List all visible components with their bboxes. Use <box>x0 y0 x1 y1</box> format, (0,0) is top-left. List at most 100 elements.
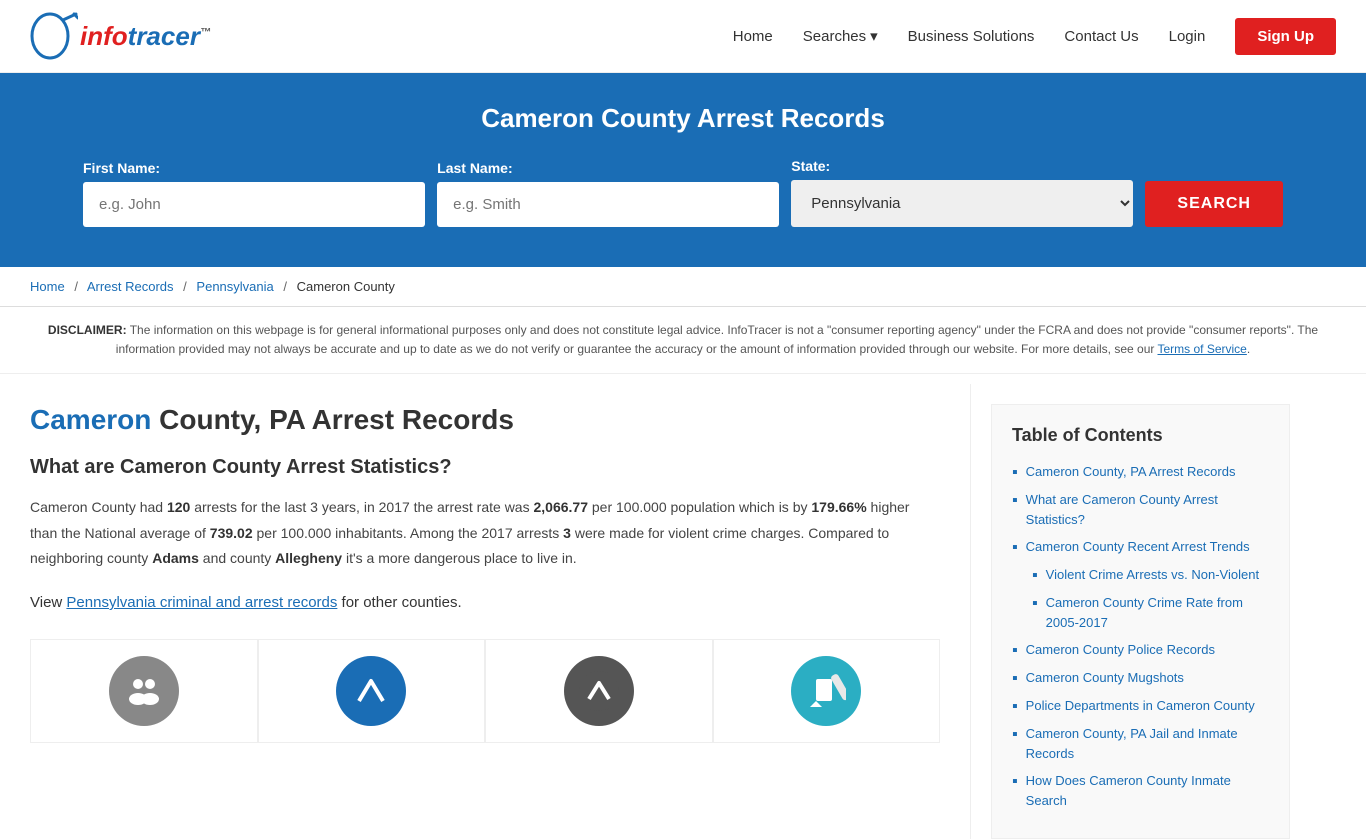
toc-bullet-icon: ▪ <box>1012 670 1018 688</box>
toc-bullet-icon: ▪ <box>1012 642 1018 660</box>
disclaimer-tos-link[interactable]: Terms of Service <box>1158 342 1247 356</box>
content-right: Table of Contents ▪ Cameron County, PA Ar… <box>970 384 1290 839</box>
nav-searches-label: Searches <box>803 28 866 45</box>
toc-item: ▪ Cameron County Police Records <box>1012 640 1269 660</box>
state-select[interactable]: Pennsylvania Alabama Alaska Arizona Cali… <box>791 180 1133 227</box>
pa-records-link[interactable]: Pennsylvania criminal and arrest records <box>66 594 337 611</box>
nav-home[interactable]: Home <box>733 28 773 45</box>
toc-link[interactable]: How Does Cameron County Inmate Search <box>1026 771 1269 810</box>
article-title: Cameron County, PA Arrest Records <box>30 404 940 436</box>
toc-link[interactable]: Violent Crime Arrests vs. Non-Violent <box>1046 565 1259 585</box>
breadcrumb-arrest[interactable]: Arrest Records <box>87 279 174 294</box>
logo-icon <box>30 10 78 62</box>
toc-link[interactable]: Cameron County Recent Arrest Trends <box>1026 537 1250 557</box>
nav-contact[interactable]: Contact Us <box>1064 28 1138 45</box>
chevron-down-icon: ▾ <box>870 27 878 45</box>
breadcrumb-sep-3: / <box>283 279 287 294</box>
breadcrumb-sep-1: / <box>74 279 78 294</box>
first-name-group: First Name: <box>83 160 425 227</box>
view-records-text: View Pennsylvania criminal and arrest re… <box>30 591 940 615</box>
state-group: State: Pennsylvania Alabama Alaska Arizo… <box>791 158 1133 227</box>
toc-link[interactable]: Cameron County Mugshots <box>1026 668 1184 688</box>
higher-pct: 179.66% <box>811 499 866 515</box>
toc-link[interactable]: Police Departments in Cameron County <box>1026 696 1255 716</box>
breadcrumb-sep-2: / <box>183 279 187 294</box>
section-heading-stats: What are Cameron County Arrest Statistic… <box>30 456 940 479</box>
breadcrumb-home[interactable]: Home <box>30 279 65 294</box>
toc-item: ▪ Cameron County Mugshots <box>1012 668 1269 688</box>
state-label: State: <box>791 158 830 174</box>
toc-item: ▪ How Does Cameron County Inmate Search <box>1012 771 1269 810</box>
disclaimer-period: . <box>1247 342 1250 356</box>
toc-link[interactable]: Cameron County Crime Rate from 2005-2017 <box>1046 593 1269 632</box>
disclaimer-label: DISCLAIMER: <box>48 323 127 337</box>
toc-item: ▪ Police Departments in Cameron County <box>1012 696 1269 716</box>
breadcrumb: Home / Arrest Records / Pennsylvania / C… <box>0 267 1366 307</box>
toc-bullet-icon: ▪ <box>1012 773 1018 791</box>
toc-item: ▪ Cameron County, PA Arrest Records <box>1012 462 1269 482</box>
logo: infotracer™ <box>30 10 211 62</box>
toc-link[interactable]: What are Cameron County Arrest Statistic… <box>1026 490 1269 529</box>
signup-button[interactable]: Sign Up <box>1235 18 1336 55</box>
icon-box-4 <box>713 639 941 743</box>
main-content: Cameron County, PA Arrest Records What a… <box>0 384 1366 839</box>
violent-num: 3 <box>563 525 571 541</box>
header: infotracer™ Home Searches ▾ Business Sol… <box>0 0 1366 73</box>
toc-bullet-icon: ▪ <box>1012 698 1018 716</box>
article-title-rest: County, PA Arrest Records <box>151 404 514 435</box>
first-name-input[interactable] <box>83 182 425 227</box>
people-icon <box>109 656 179 726</box>
arrow-up-icon <box>336 656 406 726</box>
search-button[interactable]: SEARCH <box>1145 181 1283 227</box>
toc-bullet-icon: ▪ <box>1012 464 1018 482</box>
toc-item: ▪ Violent Crime Arrests vs. Non-Violent <box>1032 565 1269 585</box>
article-paragraph-1: Cameron County had 120 arrests for the l… <box>30 495 940 571</box>
toc-item: ▪ Cameron County Recent Arrest Trends <box>1012 537 1269 557</box>
toc-item: ▪ Cameron County Crime Rate from 2005-201… <box>1032 593 1269 632</box>
search-form: First Name: Last Name: State: Pennsylvan… <box>83 158 1283 227</box>
toc-title: Table of Contents <box>1012 425 1269 446</box>
toc-bullet-icon: ▪ <box>1032 595 1038 613</box>
national-avg: 739.02 <box>210 525 253 541</box>
breadcrumb-current: Cameron County <box>297 279 395 294</box>
nav-business[interactable]: Business Solutions <box>908 28 1035 45</box>
up-arrow-icon <box>564 656 634 726</box>
last-name-input[interactable] <box>437 182 779 227</box>
login-button[interactable]: Login <box>1169 28 1206 45</box>
disclaimer-text: The information on this webpage is for g… <box>116 323 1318 356</box>
disclaimer-bar: DISCLAIMER: The information on this webp… <box>0 307 1366 374</box>
breadcrumb-pennsylvania[interactable]: Pennsylvania <box>196 279 273 294</box>
toc-bullet-icon: ▪ <box>1012 539 1018 557</box>
icons-row <box>30 639 940 743</box>
article-title-highlight: Cameron <box>30 404 151 435</box>
county-allegheny: Allegheny <box>275 550 342 566</box>
toc-item: ▪ Cameron County, PA Jail and Inmate Reco… <box>1012 724 1269 763</box>
toc-bullet-icon: ▪ <box>1012 726 1018 744</box>
arrests-number: 120 <box>167 499 190 515</box>
toc-link[interactable]: Cameron County, PA Jail and Inmate Recor… <box>1026 724 1269 763</box>
first-name-label: First Name: <box>83 160 160 176</box>
last-name-label: Last Name: <box>437 160 512 176</box>
content-left: Cameron County, PA Arrest Records What a… <box>30 384 970 839</box>
hero-banner: Cameron County Arrest Records First Name… <box>0 73 1366 267</box>
last-name-group: Last Name: <box>437 160 779 227</box>
icon-box-3 <box>485 639 713 743</box>
icon-box-1 <box>30 639 258 743</box>
toc-link[interactable]: Cameron County, PA Arrest Records <box>1026 462 1236 482</box>
logo-red: info <box>80 21 128 51</box>
toc-box: Table of Contents ▪ Cameron County, PA Ar… <box>991 404 1290 839</box>
toc-bullet-icon: ▪ <box>1032 567 1038 585</box>
nav-searches[interactable]: Searches ▾ <box>803 27 878 45</box>
toc-bullet-icon: ▪ <box>1012 492 1018 510</box>
hero-title: Cameron County Arrest Records <box>40 103 1326 134</box>
toc-item: ▪ What are Cameron County Arrest Statisti… <box>1012 490 1269 529</box>
logo-blue: tracer <box>128 21 200 51</box>
nav: Home Searches ▾ Business Solutions Conta… <box>733 18 1336 55</box>
logo-tm: ™ <box>200 26 211 38</box>
pencil-icon <box>791 656 861 726</box>
county-adams: Adams <box>152 550 199 566</box>
toc-list: ▪ Cameron County, PA Arrest Records ▪ What … <box>1012 462 1269 810</box>
icon-box-2 <box>258 639 486 743</box>
toc-link[interactable]: Cameron County Police Records <box>1026 640 1215 660</box>
rate-number: 2,066.77 <box>534 499 589 515</box>
